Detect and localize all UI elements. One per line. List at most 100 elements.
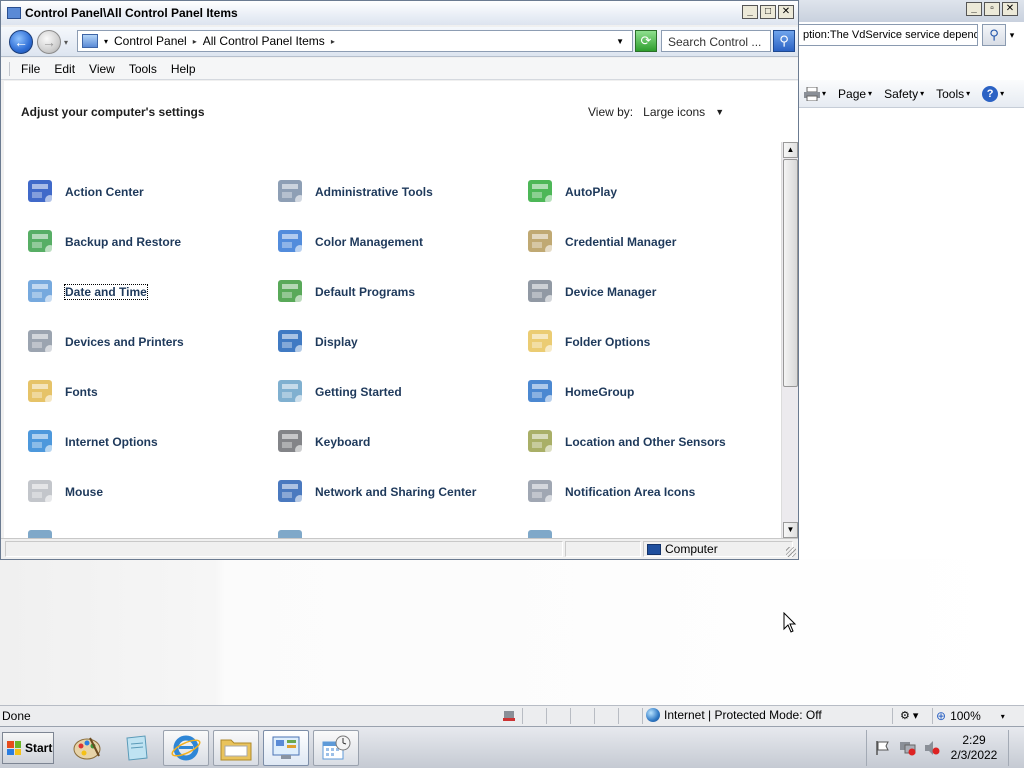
breadcrumb-separator-icon[interactable]: ▸: [331, 37, 335, 46]
start-button[interactable]: Start: [2, 732, 54, 764]
cp-item[interactable]: Default Programs: [274, 274, 415, 310]
cp-item[interactable]: Device Manager: [524, 274, 656, 310]
vertical-scrollbar[interactable]: ▲ ▼: [781, 142, 798, 538]
taskbar-datetime-button[interactable]: [313, 730, 359, 766]
back-button[interactable]: ←: [9, 30, 33, 54]
cp-item-partial[interactable]: [274, 524, 315, 538]
cp-item-label: Action Center: [65, 185, 144, 199]
notepad-icon: [126, 735, 148, 761]
cp-item[interactable]: Display: [274, 324, 358, 360]
cp-item[interactable]: Folder Options: [524, 324, 650, 360]
security-zone[interactable]: Internet | Protected Mode: Off: [646, 708, 822, 722]
getting-started-icon: [274, 376, 308, 408]
ie-restore-button[interactable]: ▫: [984, 2, 1000, 16]
resize-grip[interactable]: [786, 547, 796, 557]
cp-item[interactable]: AutoPlay: [524, 174, 617, 210]
scroll-down-button[interactable]: ▼: [783, 522, 798, 538]
page-menu[interactable]: Page ▾: [838, 87, 872, 101]
forward-arrow-icon: →: [42, 34, 56, 50]
network-icon[interactable]: [899, 740, 917, 759]
cp-item[interactable]: Date and Time: [24, 274, 148, 310]
cp-item[interactable]: Administrative Tools: [274, 174, 433, 210]
volume-muted-icon[interactable]: [923, 740, 941, 759]
maximize-button[interactable]: □: [760, 5, 776, 19]
menu-tools[interactable]: Tools: [129, 62, 157, 76]
clock[interactable]: 2:29 2/3/2022: [949, 733, 999, 763]
control-panel-icon: [82, 34, 98, 48]
search-icon: ⚲: [779, 33, 789, 48]
show-desktop-button[interactable]: [1008, 730, 1022, 766]
menu-help[interactable]: Help: [171, 62, 196, 76]
status-location-text: Computer: [665, 542, 718, 556]
menu-edit[interactable]: Edit: [54, 62, 75, 76]
popup-blocker-button[interactable]: ⚙ ▾: [900, 709, 918, 722]
internet-explorer-icon: [171, 735, 201, 761]
forward-button[interactable]: →: [37, 30, 61, 54]
print-button[interactable]: ▾: [804, 86, 826, 101]
scroll-thumb[interactable]: [783, 159, 798, 387]
breadcrumb: Control Panel ▸ All Control Panel Items …: [114, 34, 341, 48]
status-divider: [892, 708, 893, 724]
windows-logo-icon: [7, 741, 21, 755]
cp-item[interactable]: Internet Options: [24, 424, 158, 460]
taskbar-ie-button[interactable]: [163, 730, 209, 766]
taskbar-explorer-button[interactable]: [213, 730, 259, 766]
address-history-dropdown[interactable]: ▼: [616, 37, 624, 46]
zoom-control[interactable]: ⊕ 100% ▾: [936, 709, 1005, 723]
help-menu[interactable]: ? ▾: [982, 85, 1004, 102]
search-button[interactable]: ⚲: [773, 30, 795, 52]
recent-pages-dropdown[interactable]: ▾: [64, 38, 68, 47]
cp-item[interactable]: Fonts: [24, 374, 98, 410]
ie-search-dropdown[interactable]: ▾: [1005, 24, 1019, 46]
taskbar-notepad-button[interactable]: [113, 730, 159, 766]
cp-item[interactable]: Mouse: [24, 474, 103, 510]
cp-item[interactable]: HomeGroup: [524, 374, 634, 410]
color-management-icon: [274, 226, 308, 258]
cp-item-label: Internet Options: [65, 435, 158, 449]
cp-item-label: Backup and Restore: [65, 235, 182, 249]
cp-item-partial[interactable]: [524, 524, 565, 538]
cp-item[interactable]: Devices and Printers: [24, 324, 184, 360]
breadcrumb-all-items[interactable]: All Control Panel Items: [203, 34, 325, 48]
close-button[interactable]: ✕: [778, 5, 794, 19]
cp-item[interactable]: Getting Started: [274, 374, 402, 410]
search-input[interactable]: Search Control ...: [661, 30, 771, 52]
breadcrumb-control-panel[interactable]: Control Panel: [114, 34, 187, 48]
menu-file[interactable]: File: [21, 62, 40, 76]
cp-item[interactable]: Keyboard: [274, 424, 370, 460]
status-location: Computer: [647, 542, 718, 556]
cp-item[interactable]: Credential Manager: [524, 224, 676, 260]
tools-menu-label: Tools: [936, 86, 965, 101]
cp-item-partial[interactable]: [24, 524, 65, 538]
ie-minimize-button[interactable]: _: [966, 2, 982, 16]
chevron-down-icon: ▼: [715, 107, 725, 117]
cp-item[interactable]: Network and Sharing Center: [274, 474, 476, 510]
minimize-button[interactable]: _: [742, 5, 758, 19]
chevron-down-icon[interactable]: ▾: [104, 37, 108, 46]
ie-address-field[interactable]: ption:The VdService service depends: [798, 24, 978, 46]
homegroup-icon: [524, 376, 558, 408]
taskbar-paint-button[interactable]: [64, 730, 110, 766]
cp-item[interactable]: Color Management: [274, 224, 423, 260]
view-by-control[interactable]: View by: Large icons ▼: [588, 105, 724, 119]
scroll-up-button[interactable]: ▲: [783, 142, 798, 158]
cp-item[interactable]: Action Center: [24, 174, 144, 210]
cp-item[interactable]: Location and Other Sensors: [524, 424, 726, 460]
menu-view[interactable]: View: [89, 62, 115, 76]
taskbar-control-panel-button[interactable]: [263, 730, 309, 766]
zoom-level: 100%: [950, 709, 981, 723]
tools-menu[interactable]: Tools ▾: [936, 87, 970, 101]
cp-item-label: Network and Sharing Center: [315, 485, 477, 499]
safety-menu[interactable]: Safety ▾: [884, 87, 924, 101]
refresh-button[interactable]: ⟳: [635, 30, 657, 52]
keyboard-icon: [274, 426, 308, 458]
ie-search-button[interactable]: ⚲: [982, 24, 1006, 46]
cp-item[interactable]: Notification Area Icons: [524, 474, 695, 510]
breadcrumb-separator-icon[interactable]: ▸: [193, 37, 197, 46]
cp-item-label: Color Management: [315, 235, 424, 249]
action-center-flag-icon[interactable]: [875, 740, 891, 759]
address-bar[interactable]: ▾ Control Panel ▸ All Control Panel Item…: [77, 30, 633, 52]
ie-command-bar: ▾ Page ▾ Safety ▾ Tools ▾ ? ▾: [798, 80, 1024, 108]
cp-item[interactable]: Backup and Restore: [24, 224, 181, 260]
ie-close-button[interactable]: ✕: [1002, 2, 1018, 16]
